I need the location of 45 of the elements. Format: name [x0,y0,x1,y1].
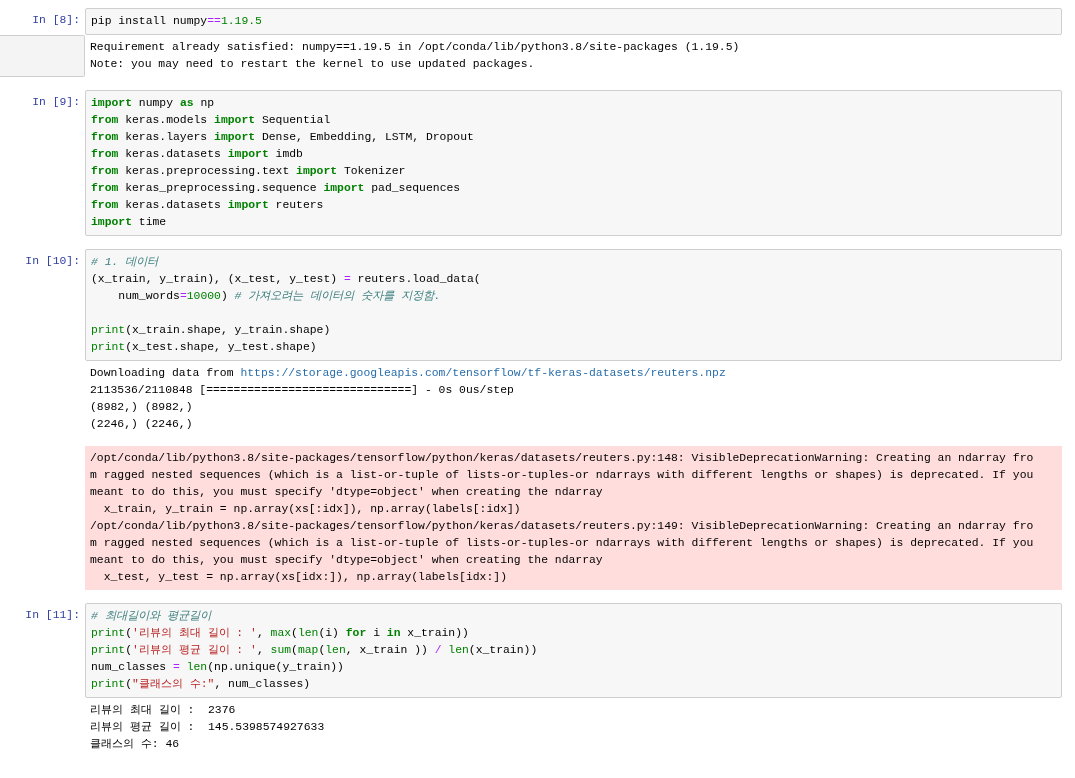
output-line: x_train, y_train = np.array(xs[:idx]), np.array(labels[:idx]) [102,502,521,517]
output-link[interactable]: https://storage.googleapis.com/tensorflow/tf-keras-datasets/reuters.npz [240,367,726,379]
code-line: import time [91,215,167,230]
code-cell-input[interactable]: pip install numpy==1.19.5 [85,8,1062,35]
code-cell-input[interactable]: # 1. 데이터 (x_train, y_train), (x_test, y_test) = reuters.load_data( num_words=10000) # 가져오려는 데이터의 숫자를 지정함. print(x_train.shape, y_train.shape) print(x_test.shape, y_test.shape) [85,249,1062,361]
code-line: print('리뷰의 최대 길이 : ', max(len(i) for i in x_train)) [91,626,469,641]
output-line: meant to do this, you must specify 'dtype=object' when creating the ndarray [90,485,603,500]
code-line: print(x_train.shape, y_train.shape) [91,323,331,338]
code-line: from keras.datasets import reuters [91,198,324,213]
output-line: Note: you may need to restart the kernel to use updated packages. [90,57,535,72]
code-line: print('리뷰의 평균 길이 : ', sum(map(len, x_train )) / len(x_train)) [91,643,538,658]
input-prompt: In [11]: [25,608,81,623]
output-line: m ragged nested sequences (which is a list-or-tuple of lists-or-tuples-or ndarrays with different lengths or shapes) is deprecated. If you [90,536,1034,551]
code-line: from keras.datasets import imdb [91,147,303,162]
code-line: from keras.models import Sequential [91,113,331,128]
code-line: import numpy as np [91,96,215,111]
output-line: 2113536/2110848 [==============================] - 0s 0us/step [90,383,514,398]
output-line: (8982,) (8982,) [90,400,193,415]
output-line: m ragged nested sequences (which is a list-or-tuple of lists-or-tuples-or ndarrays with different lengths or shapes) is deprecated. If you [90,468,1034,483]
input-prompt: In [9]: [32,95,81,110]
code-line: num_words=10000) # 가져오려는 데이터의 숫자를 지정함. [117,289,441,304]
code-line: from keras.layers import Dense, Embedding, LSTM, Dropout [91,130,474,145]
code-cell-input[interactable] [85,90,1062,236]
output-line: 리뷰의 최대 길이 : 2376 [90,703,236,718]
code-line: pip install numpy==1.19.5 [91,14,262,29]
output-line: Requirement already satisfied: numpy==1.19.5 in /opt/conda/lib/python3.8/site-packages (1.19.5) [90,40,740,55]
code-line: from keras.preprocessing.text import Tokenizer [91,164,406,179]
output-line: x_test, y_test = np.array(xs[idx:]), np.array(labels[idx:]) [102,570,507,585]
input-prompt: In [10]: [25,254,81,269]
code-line: (x_train, y_train), (x_test, y_test) = reuters.load_data( [91,272,481,287]
code-line: from keras_preprocessing.sequence import pad_sequences [91,181,461,196]
output-text: Downloading data from [90,367,235,379]
output-line: 클래스의 수: 46 [90,737,180,752]
code-line: num_classes = len(np.unique(y_train)) [91,660,344,675]
output-line: (2246,) (2246,) [90,417,193,432]
output-line: meant to do this, you must specify 'dtype=object' when creating the ndarray [90,553,603,568]
output-line: 리뷰의 평균 길이 : 145.5398574927633 [90,720,325,735]
code-line: # 최대길이와 평균길이 [91,609,211,624]
code-line: print("클래스의 수:", num_classes) [91,677,311,692]
code-line: print(x_test.shape, y_test.shape) [91,340,317,355]
input-prompt: In [8]: [32,13,81,28]
output-line: /opt/conda/lib/python3.8/site-packages/tensorflow/python/keras/datasets/reuters.py:148: VisibleDeprecationWarning: Creating an ndarray fro [90,451,1034,466]
code-cell-input[interactable]: # 최대길이와 평균길이 print('리뷰의 최대 길이 : ', max(len(i) for i in x_train)) print('리뷰의 평균 길이 : ', sum(map(len, x_train )) / len(x_train)) num_classes = len(np.unique(y_train)) print("클래스의 수:", num_classes) [85,603,1062,698]
code-line: # 1. 데이터 [91,255,159,270]
output-line: /opt/conda/lib/python3.8/site-packages/tensorflow/python/keras/datasets/reuters.py:149: VisibleDeprecationWarning: Creating an ndarray fro [90,519,1034,534]
